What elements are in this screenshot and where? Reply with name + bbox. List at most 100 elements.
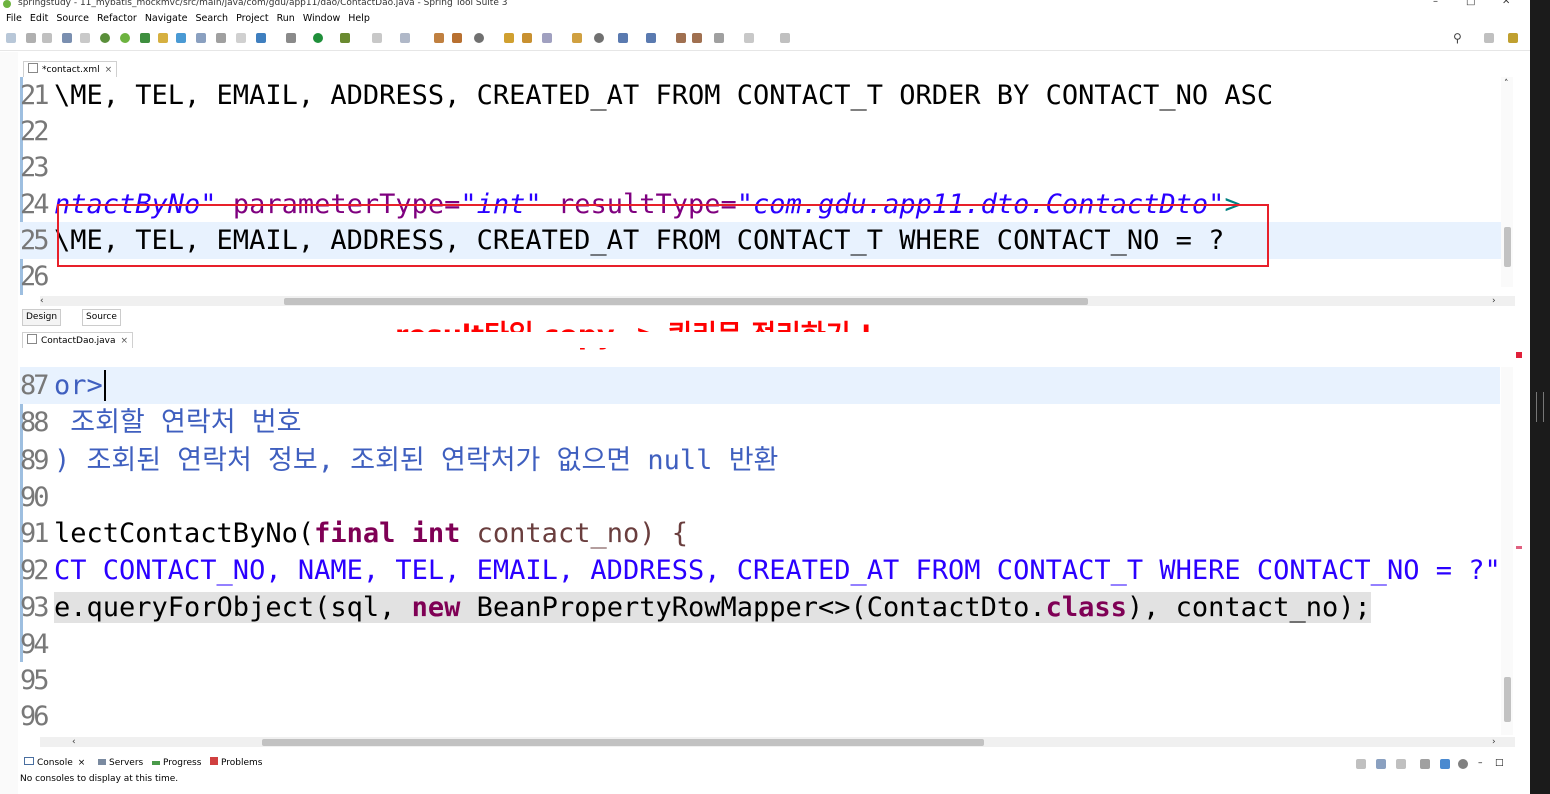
- scroll-thumb[interactable]: [262, 739, 984, 746]
- forward-edit-icon[interactable]: [692, 33, 702, 43]
- tab-label: Progress: [163, 758, 202, 768]
- search-files-icon[interactable]: [434, 33, 444, 43]
- next-annotation-icon[interactable]: [618, 33, 628, 43]
- pin-editor-icon[interactable]: [780, 33, 790, 43]
- close-icon[interactable]: ×: [78, 758, 86, 768]
- highlight-box: [57, 204, 1269, 267]
- java-horizontal-scrollbar[interactable]: ‹ ›: [40, 737, 1515, 747]
- scroll-thumb[interactable]: [1504, 227, 1511, 267]
- task-icon[interactable]: [196, 33, 206, 43]
- tab-console[interactable]: Console ×: [24, 756, 85, 771]
- close-icon[interactable]: ×: [105, 65, 113, 75]
- open-task-icon[interactable]: [452, 33, 462, 43]
- paragraph-icon[interactable]: [236, 33, 246, 43]
- source-tab[interactable]: Source: [82, 309, 121, 326]
- menu-run[interactable]: Run: [277, 11, 295, 27]
- properties-icon[interactable]: [80, 33, 90, 43]
- xml-editor-tabs: *contact.xml ×: [20, 61, 1525, 77]
- error-marker-icon[interactable]: [1516, 352, 1522, 358]
- code-line: 90: [20, 479, 1500, 516]
- minimize-view-icon[interactable]: –: [1478, 756, 1483, 771]
- code-line: 91 lectContactByNo(final int contact_no) …: [20, 515, 1500, 552]
- tab-servers[interactable]: Servers: [98, 756, 143, 771]
- line-number: 96: [20, 701, 50, 732]
- scroll-thumb[interactable]: [284, 298, 1088, 305]
- open-console-icon[interactable]: [1396, 759, 1406, 769]
- code-line: 22: [20, 113, 1500, 150]
- pin-icon[interactable]: [256, 33, 266, 43]
- display-console-icon[interactable]: [1376, 759, 1386, 769]
- menu-project[interactable]: Project: [236, 11, 269, 27]
- open-perspective-icon[interactable]: [1484, 33, 1494, 43]
- scroll-left-icon[interactable]: ‹: [72, 737, 76, 747]
- scroll-right-icon[interactable]: ›: [1492, 296, 1496, 306]
- new-class-icon[interactable]: [542, 33, 552, 43]
- menu-source[interactable]: Source: [56, 11, 89, 27]
- java-vertical-scrollbar[interactable]: ˄: [1501, 367, 1513, 735]
- close-button[interactable]: ✕: [1502, 0, 1510, 7]
- xml-horizontal-scrollbar[interactable]: ‹ ›: [40, 296, 1515, 306]
- menu-refactor[interactable]: Refactor: [97, 11, 137, 27]
- java-ee-perspective-icon[interactable]: [1508, 33, 1518, 43]
- left-trim: [0, 52, 18, 794]
- boot-dashboard-icon[interactable]: [140, 33, 150, 43]
- tab-progress[interactable]: Progress: [152, 756, 201, 771]
- code-line: 21 \ME, TEL, EMAIL, ADDRESS, CREATED_AT F…: [20, 77, 1500, 114]
- menu-file[interactable]: File: [6, 11, 22, 27]
- last-edit-icon[interactable]: [676, 33, 686, 43]
- scroll-lock-icon[interactable]: [1440, 759, 1450, 769]
- new-java-project-icon[interactable]: [504, 33, 514, 43]
- scroll-right-icon[interactable]: ›: [1492, 737, 1496, 747]
- code-text: lectContactByNo(: [54, 518, 315, 549]
- outline-icon[interactable]: [216, 33, 226, 43]
- external-tools-icon[interactable]: [340, 33, 350, 43]
- stop-icon[interactable]: [372, 33, 382, 43]
- menu-window[interactable]: Window: [303, 11, 340, 27]
- open-type-icon[interactable]: [158, 33, 168, 43]
- overview-marker[interactable]: [1516, 546, 1522, 549]
- new-icon[interactable]: [6, 33, 16, 43]
- new-package-icon[interactable]: [522, 33, 532, 43]
- debug-icon[interactable]: [100, 33, 110, 43]
- scroll-left-icon[interactable]: ‹: [40, 296, 44, 306]
- clear-console-icon[interactable]: [1420, 759, 1430, 769]
- maximize-button[interactable]: □: [1466, 0, 1475, 7]
- resize-grip[interactable]: [1536, 392, 1544, 422]
- tab-contact-xml[interactable]: *contact.xml ×: [23, 61, 118, 77]
- tab-contact-dao[interactable]: ContactDao.java ×: [22, 332, 134, 348]
- close-icon[interactable]: ×: [121, 336, 129, 346]
- open-folder-icon[interactable]: [572, 33, 582, 43]
- save-all-icon[interactable]: [42, 33, 52, 43]
- web-browser-icon[interactable]: [474, 33, 484, 43]
- spring-icon[interactable]: [120, 33, 130, 43]
- keyword: new: [411, 592, 461, 623]
- console-message: No consoles to display at this time.: [20, 774, 179, 784]
- search-icon[interactable]: ⚲: [1453, 31, 1462, 45]
- scroll-up-icon[interactable]: ˄: [1504, 367, 1509, 375]
- save-icon[interactable]: [26, 33, 36, 43]
- run-icon[interactable]: [313, 33, 323, 43]
- tab-problems[interactable]: Problems: [210, 756, 262, 771]
- maximize-view-icon[interactable]: □: [1495, 756, 1504, 771]
- build-icon[interactable]: [400, 33, 410, 43]
- code-line: 89) 조회된 연락처 정보, 조회된 연락처가 없으면 null 반환: [20, 442, 1500, 479]
- xml-vertical-scrollbar[interactable]: ˄: [1501, 77, 1513, 287]
- prev-annotation-icon[interactable]: [646, 33, 656, 43]
- java-editor[interactable]: 87 or> 88 조회할 연락처 번호 89) 조회된 연락처 정보, 조회된 …: [20, 367, 1515, 737]
- settings-icon[interactable]: [286, 33, 296, 43]
- menu-edit[interactable]: Edit: [30, 11, 48, 27]
- globe-icon[interactable]: [594, 33, 604, 43]
- toggle-mark-icon[interactable]: [176, 33, 186, 43]
- menu-search[interactable]: Search: [195, 11, 228, 27]
- design-tab[interactable]: Design: [22, 309, 62, 326]
- menu-help[interactable]: Help: [348, 11, 370, 27]
- scroll-thumb[interactable]: [1504, 677, 1511, 722]
- forward-icon[interactable]: [744, 33, 754, 43]
- menu-navigate[interactable]: Navigate: [145, 11, 188, 27]
- back-icon[interactable]: [714, 33, 724, 43]
- scroll-up-icon[interactable]: ˄: [1504, 79, 1509, 89]
- gear-icon[interactable]: [1458, 759, 1468, 769]
- minimize-button[interactable]: –: [1433, 0, 1438, 7]
- pin-console-icon[interactable]: [1356, 759, 1366, 769]
- print-icon[interactable]: [62, 33, 72, 43]
